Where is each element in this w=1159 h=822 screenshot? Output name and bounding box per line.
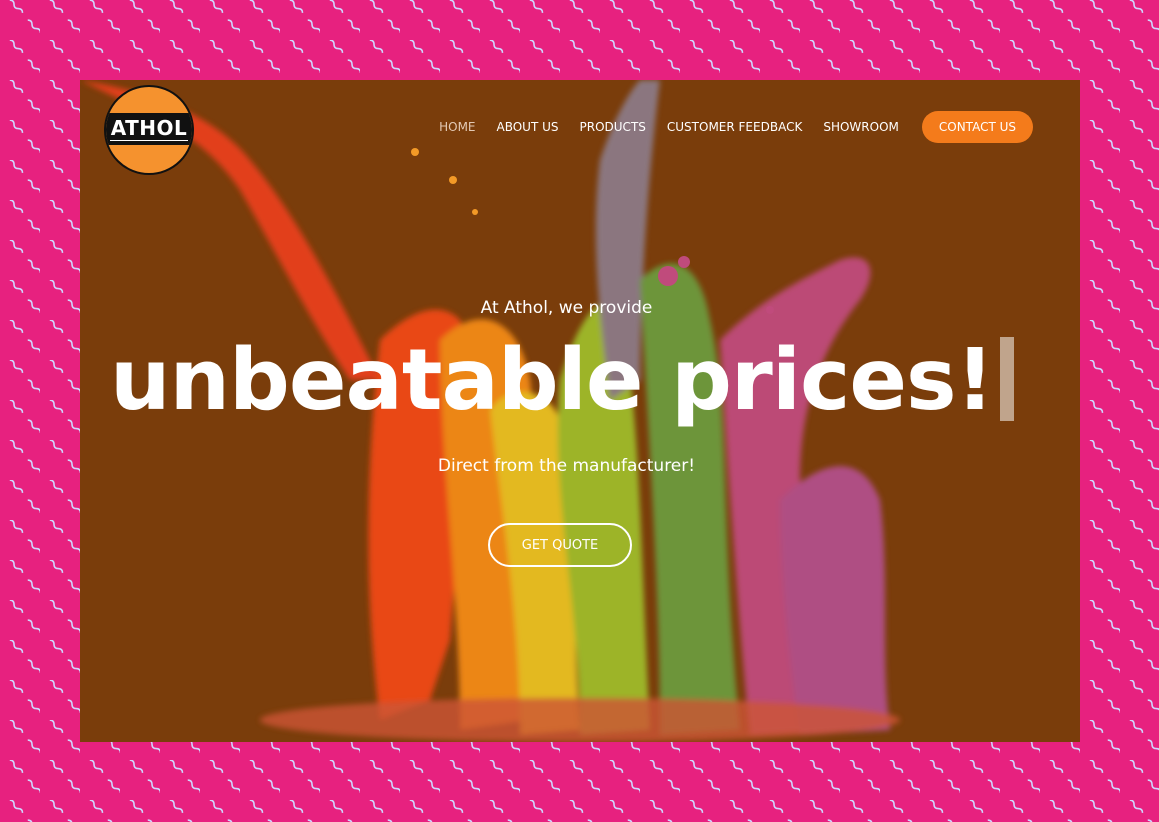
contact-us-button[interactable]: CONTACT US bbox=[921, 111, 1033, 143]
hero-subtitle: Direct from the manufacturer! bbox=[437, 456, 696, 476]
nav-products[interactable]: PRODUCTS bbox=[580, 120, 646, 134]
logo-text: ATHOL bbox=[110, 116, 188, 140]
typing-cursor bbox=[1000, 337, 1014, 421]
nav-showroom[interactable]: SHOWROOM bbox=[823, 120, 899, 134]
athol-logo[interactable]: ATHOL bbox=[104, 85, 194, 175]
nav-home[interactable]: HOME bbox=[439, 120, 475, 134]
nav-customer-feedback[interactable]: CUSTOMER FEEDBACK bbox=[667, 120, 802, 134]
logo-band: ATHOL bbox=[106, 113, 192, 145]
website-frame: ATHOL HOME ABOUT US PRODUCTS CUSTOMER FE… bbox=[80, 80, 1080, 742]
nav-about-us[interactable]: ABOUT US bbox=[497, 120, 559, 134]
hero-intro-text: At Athol, we provide bbox=[480, 298, 653, 318]
get-quote-button[interactable]: GET QUOTE bbox=[488, 523, 632, 567]
main-navigation: HOME ABOUT US PRODUCTS CUSTOMER FEEDBACK… bbox=[439, 111, 1033, 143]
hero-headline: unbeatable prices! bbox=[110, 331, 994, 430]
